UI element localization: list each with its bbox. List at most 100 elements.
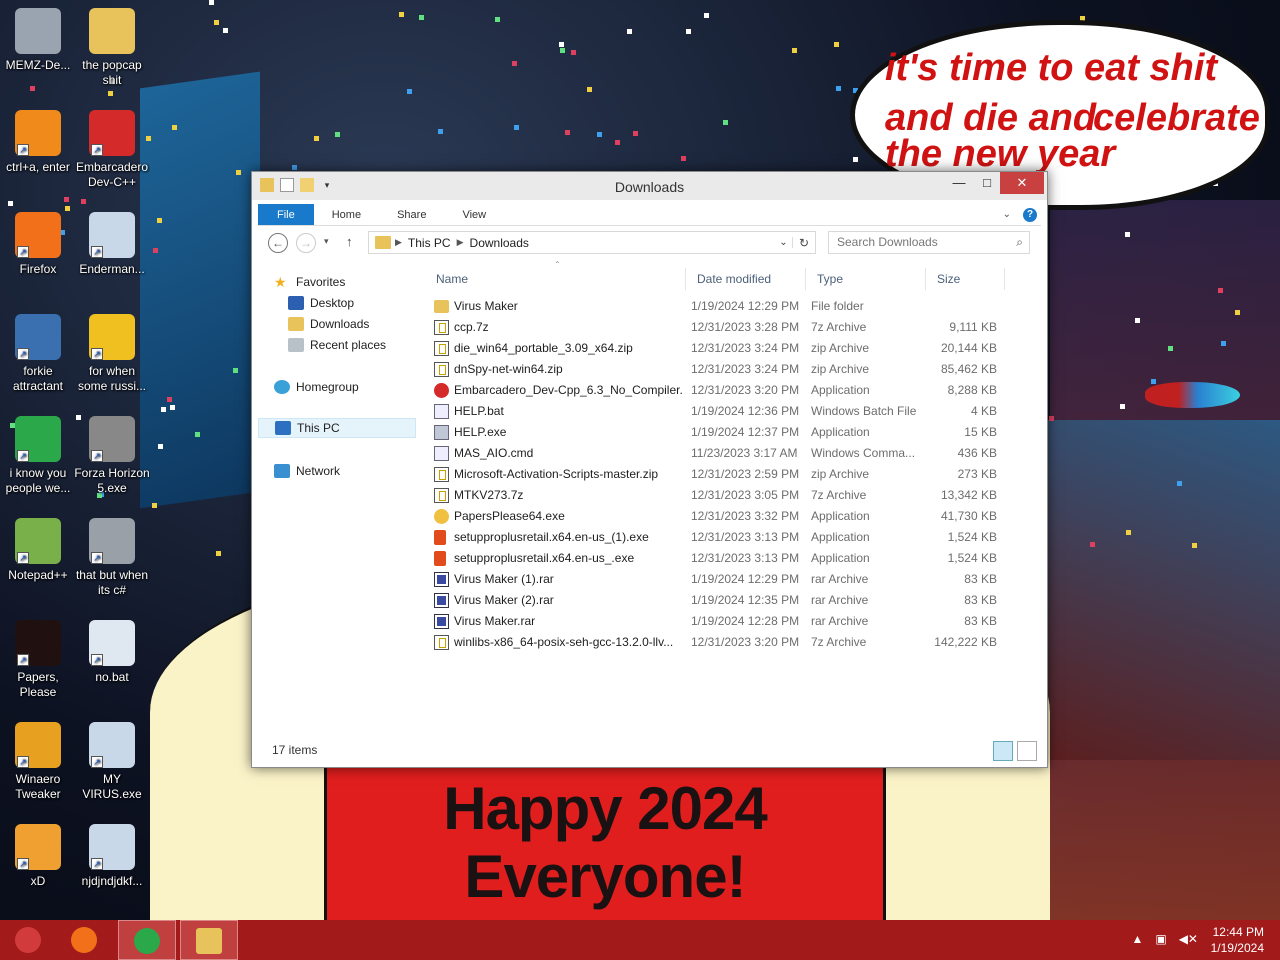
desktop-icon[interactable]: MEMZ-De... bbox=[0, 8, 76, 73]
file-row[interactable]: HELP.bat 1/19/2024 12:36 PM Windows Batch … bbox=[424, 401, 1024, 422]
file-row[interactable]: Embarcadero_Dev-Cpp_6.3_No_Compiler... 12… bbox=[424, 380, 1024, 401]
expand-ribbon-icon[interactable]: ⌄ bbox=[1003, 209, 1011, 220]
desktop-icon[interactable]: ↗ that but when its c# bbox=[74, 518, 150, 598]
recent-locations-icon[interactable]: ▾ bbox=[324, 236, 329, 247]
forward-button[interactable]: → bbox=[296, 233, 316, 253]
column-divider[interactable] bbox=[925, 268, 926, 290]
firefox-icon: ↗ bbox=[15, 212, 61, 258]
rar-file-icon bbox=[434, 572, 449, 587]
column-header-size[interactable]: Size bbox=[931, 268, 1007, 290]
file-row[interactable]: Virus Maker (2).rar 1/19/2024 12:35 PM rar… bbox=[424, 590, 1024, 611]
desktop-icon[interactable]: ↗ Papers, Please bbox=[0, 620, 76, 700]
network-icon[interactable]: ▣ bbox=[1155, 932, 1166, 946]
tab-share[interactable]: Share bbox=[379, 204, 444, 225]
desktop-icon[interactable]: ↗ forkie attractant bbox=[0, 314, 76, 394]
volume-muted-icon[interactable]: ◀✕ bbox=[1179, 932, 1198, 946]
desktop-icon[interactable]: ↗ njdjndjdkf... bbox=[74, 824, 150, 889]
file-row[interactable]: HELP.exe 1/19/2024 12:37 PM Application 15 … bbox=[424, 422, 1024, 443]
back-button[interactable]: ← bbox=[268, 233, 288, 253]
start-taskbar-button[interactable] bbox=[0, 920, 58, 960]
desktop-icon[interactable]: ↗ for when some russi... bbox=[74, 314, 150, 394]
file-type: rar Archive bbox=[811, 572, 869, 586]
shortcut-arrow-icon: ↗ bbox=[17, 858, 29, 870]
nav-favorites[interactable]: ★ Favorites bbox=[274, 272, 432, 292]
file-row[interactable]: Microsoft-Activation-Scripts-master.zip 1… bbox=[424, 464, 1024, 485]
tab-file[interactable]: File bbox=[258, 204, 314, 225]
notepad-icon: ↗ bbox=[15, 518, 61, 564]
breadcrumb-this-pc[interactable]: This PC bbox=[402, 236, 457, 250]
desktop-icon[interactable]: ↗ Winaero Tweaker bbox=[0, 722, 76, 802]
desktop-icon[interactable]: ↗ Firefox bbox=[0, 212, 76, 277]
column-divider[interactable] bbox=[685, 268, 686, 290]
close-button[interactable]: ✕ bbox=[1000, 172, 1044, 194]
file-row[interactable]: MTKV273.7z 12/31/2023 3:05 PM 7z Archive 13… bbox=[424, 485, 1024, 506]
desktop-icon[interactable]: ↗ Forza Horizon 5.exe bbox=[74, 416, 150, 496]
papers-please-icon: ↗ bbox=[15, 620, 61, 666]
title-bar[interactable]: ▾ Downloads — □ ✕ bbox=[252, 172, 1047, 200]
file-row[interactable]: die_win64_portable_3.09_x64.zip 12/31/202… bbox=[424, 338, 1024, 359]
desktop-icon[interactable]: ↗ ctrl+a, enter bbox=[0, 110, 76, 175]
desktop-icon[interactable]: ↗ Embarcadero Dev-C++ bbox=[74, 110, 150, 190]
file-date: 1/19/2024 12:36 PM bbox=[691, 404, 800, 418]
system-tray: ▲ ▣ ◀✕ bbox=[1131, 932, 1198, 946]
column-header-date[interactable]: Date modified bbox=[691, 268, 803, 290]
desktop-icon-label: forkie attractant bbox=[12, 364, 64, 393]
explorer-window[interactable]: ▾ Downloads — □ ✕ File Home Share View ⌄… bbox=[251, 171, 1048, 768]
desktop-icon[interactable]: ↗ Enderman... bbox=[74, 212, 150, 277]
nav-this-pc[interactable]: This PC bbox=[258, 418, 416, 438]
file-date: 12/31/2023 3:32 PM bbox=[691, 509, 800, 523]
nav-downloads[interactable]: Downloads bbox=[288, 314, 446, 334]
clock[interactable]: 12:44 PM 1/19/2024 bbox=[1211, 924, 1264, 956]
desktop-icon-label: Enderman... bbox=[79, 262, 145, 276]
archive-file-icon bbox=[434, 320, 449, 335]
desktop-icon[interactable]: the popcap shit bbox=[74, 8, 150, 88]
large-icons-view-icon[interactable] bbox=[1017, 741, 1037, 761]
file-row[interactable]: setupproplusretail.x64.en-us_(1).exe 12/3… bbox=[424, 527, 1024, 548]
wallpaper-sign: Happy 2024 Everyone! bbox=[324, 768, 886, 922]
confetti-piece bbox=[723, 120, 728, 125]
nav-desktop[interactable]: Desktop bbox=[288, 293, 446, 313]
desktop-icon[interactable]: ↗ i know you people we... bbox=[0, 416, 76, 496]
file-row[interactable]: Virus Maker (1).rar 1/19/2024 12:29 PM rar… bbox=[424, 569, 1024, 590]
file-row[interactable]: setupproplusretail.x64.en-us_.exe 12/31/2… bbox=[424, 548, 1024, 569]
chrome-taskbar-button[interactable] bbox=[118, 920, 176, 960]
firefox-taskbar-button[interactable] bbox=[56, 920, 114, 960]
file-date: 1/19/2024 12:37 PM bbox=[691, 425, 800, 439]
address-dropdown-icon[interactable]: ⌄ bbox=[775, 237, 793, 248]
refresh-icon[interactable]: ↻ bbox=[793, 236, 815, 250]
confetti-piece bbox=[419, 15, 424, 20]
nav-homegroup[interactable]: Homegroup bbox=[274, 377, 432, 397]
address-bar[interactable]: ▶ This PC ▶ Downloads ⌄ ↻ bbox=[368, 231, 816, 254]
chrome-icon bbox=[134, 928, 160, 954]
desktop-icon[interactable]: ↗ xD bbox=[0, 824, 76, 889]
file-row[interactable]: MAS_AIO.cmd 11/23/2023 3:17 AM Windows Com… bbox=[424, 443, 1024, 464]
tab-home[interactable]: Home bbox=[314, 204, 379, 225]
confetti-piece bbox=[158, 444, 163, 449]
desktop-icon[interactable]: ↗ MY VIRUS.exe bbox=[74, 722, 150, 802]
maximize-button[interactable]: □ bbox=[970, 172, 1004, 194]
tab-view[interactable]: View bbox=[444, 204, 504, 225]
chrome-icon: ↗ bbox=[15, 416, 61, 462]
file-row[interactable]: Virus Maker.rar 1/19/2024 12:28 PM rar Arc… bbox=[424, 611, 1024, 632]
help-icon[interactable]: ? bbox=[1023, 207, 1037, 222]
file-row[interactable]: winlibs-x86_64-posix-seh-gcc-13.2.0-llv.… bbox=[424, 632, 1024, 653]
breadcrumb-downloads[interactable]: Downloads bbox=[464, 236, 535, 250]
desktop-icon[interactable]: ↗ no.bat bbox=[74, 620, 150, 685]
column-divider[interactable] bbox=[1004, 268, 1005, 290]
desktop-icon[interactable]: ↗ Notepad++ bbox=[0, 518, 76, 583]
show-hidden-icons-icon[interactable]: ▲ bbox=[1131, 932, 1143, 946]
up-arrow-icon[interactable]: ↑ bbox=[346, 234, 353, 249]
file-row[interactable]: Virus Maker 1/19/2024 12:29 PM File folder bbox=[424, 296, 1024, 317]
app-file-icon bbox=[434, 425, 449, 440]
nav-recent-places[interactable]: Recent places bbox=[288, 335, 446, 355]
details-view-icon[interactable] bbox=[993, 741, 1013, 761]
file-row[interactable]: PapersPlease64.exe 12/31/2023 3:32 PM Appl… bbox=[424, 506, 1024, 527]
column-header-type[interactable]: Type bbox=[811, 268, 923, 290]
column-divider[interactable] bbox=[805, 268, 806, 290]
nav-network[interactable]: Network bbox=[274, 461, 432, 481]
file-row[interactable]: dnSpy-net-win64.zip 12/31/2023 3:24 PM zip… bbox=[424, 359, 1024, 380]
column-header-name[interactable]: Name bbox=[430, 268, 680, 290]
file-row[interactable]: ccp.7z 12/31/2023 3:28 PM 7z Archive 9,111 … bbox=[424, 317, 1024, 338]
file-explorer-taskbar-button[interactable] bbox=[180, 920, 238, 960]
search-input[interactable]: Search Downloads ⌕ bbox=[828, 231, 1030, 254]
